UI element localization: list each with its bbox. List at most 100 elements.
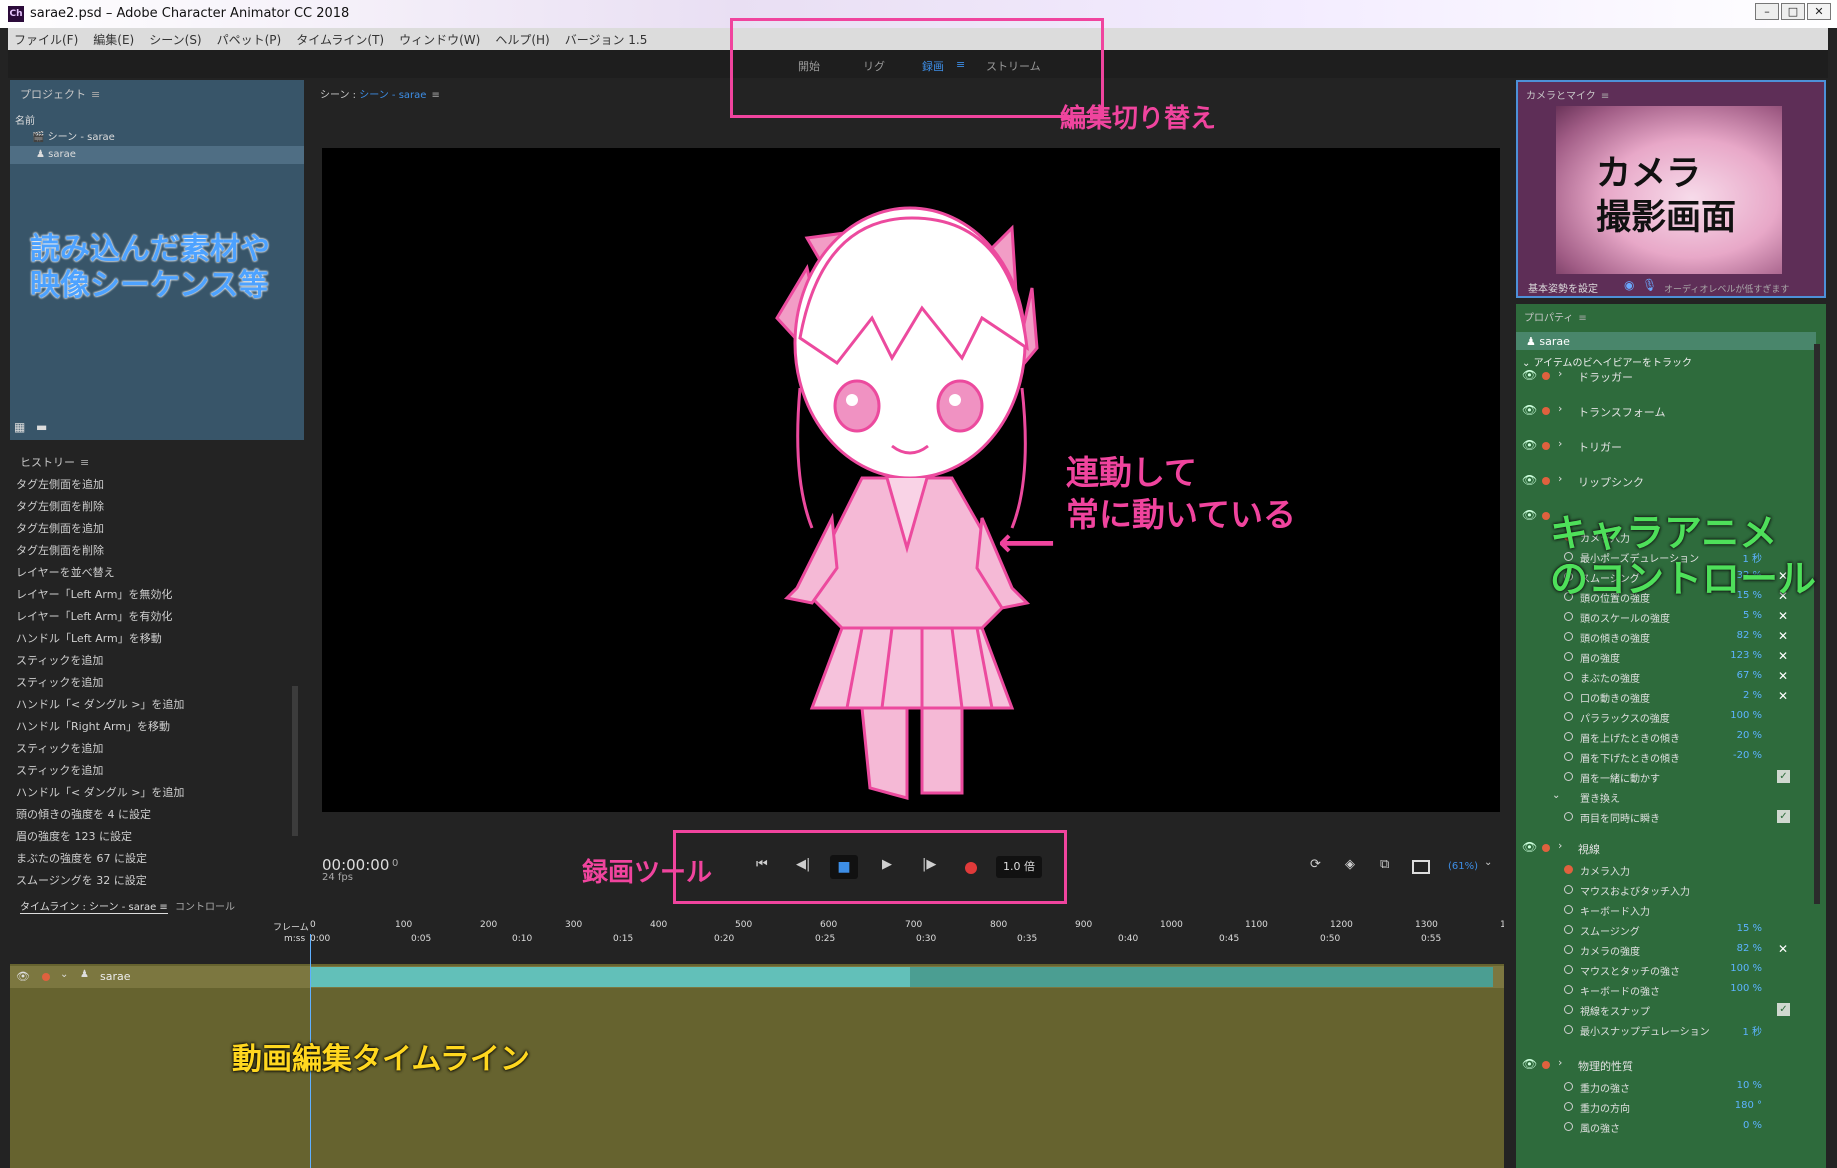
checkbox[interactable]: ✓ [1777, 770, 1790, 783]
behavior-item-2[interactable]: 👁 › トリガー [1516, 436, 1806, 456]
minimize-button[interactable]: – [1755, 3, 1779, 20]
history-item[interactable]: ハンドル「< ダングル >」を追加 [16, 784, 184, 800]
arm-toggle[interactable] [1564, 672, 1573, 681]
close-icon[interactable]: ✕ [1778, 942, 1788, 956]
history-item[interactable]: スムージングを 32 に設定 [16, 872, 147, 886]
zoom-level[interactable]: (61%) [1448, 861, 1478, 872]
project-item-scene[interactable]: 🎬 シーン - sarae [32, 128, 115, 143]
checkbox[interactable]: ✓ [1777, 810, 1790, 823]
physics-param[interactable]: 重力の方向 180 ° [1516, 1098, 1806, 1116]
face-param[interactable]: 眉を下げたときの傾き -20 % [1516, 748, 1806, 766]
physics-param[interactable]: 重力の強さ 10 % [1516, 1078, 1806, 1096]
gaze-param[interactable]: マウスとタッチの強さ 100 % [1516, 961, 1806, 979]
face-param[interactable]: 頭のスケールの強度 5 % ✕ [1516, 608, 1806, 626]
history-item[interactable]: タグ左側面を削除 [16, 498, 104, 514]
arm-dot[interactable] [1542, 477, 1550, 485]
puppet-row[interactable]: ♟ sarae [1516, 332, 1816, 350]
close-icon[interactable]: ✕ [1778, 649, 1788, 663]
eye-icon[interactable]: 👁 [1522, 368, 1537, 382]
close-icon[interactable]: ✕ [1778, 609, 1788, 623]
arm-toggle[interactable] [1564, 732, 1573, 741]
gaze-param[interactable]: マウスおよびタッチ入力 [1516, 881, 1806, 899]
face-param[interactable]: 眉を一緒に動かす ✓ [1516, 768, 1806, 786]
view-mode-icon[interactable] [1412, 860, 1430, 874]
arm-toggle[interactable] [1564, 632, 1573, 641]
eye-icon[interactable]: 👁 [1522, 1057, 1537, 1071]
eye-icon[interactable]: 👁 [1522, 403, 1537, 417]
history-item[interactable]: レイヤー「Left Arm」を有効化 [16, 608, 172, 624]
gaze-param[interactable]: カメラ入力 [1516, 861, 1806, 879]
arm-toggle[interactable] [1564, 965, 1573, 974]
arm-toggle[interactable] [1564, 885, 1573, 894]
menu-timeline[interactable]: タイムライン(T) [296, 31, 384, 48]
face-param[interactable]: まぶたの強度 67 % ✕ [1516, 668, 1806, 686]
close-icon[interactable]: ✕ [1778, 629, 1788, 643]
physics-param[interactable]: 風の強さ 0 % [1516, 1118, 1806, 1136]
stage-canvas[interactable] [322, 148, 1500, 812]
arm-record-dot[interactable] [42, 973, 50, 981]
new-folder-icon[interactable]: ▬ [36, 420, 47, 434]
menu-file[interactable]: ファイル(F) [14, 31, 78, 48]
puppet-track-bar-extended[interactable] [910, 967, 1493, 987]
chevron-icon[interactable]: › [1558, 402, 1562, 415]
chevron-icon[interactable]: › [1558, 437, 1562, 450]
eye-icon[interactable]: 👁 [16, 970, 30, 983]
menu-scene[interactable]: シーン(S) [149, 31, 201, 48]
history-item[interactable]: ハンドル「< ダングル >」を追加 [16, 696, 184, 712]
scene-name[interactable]: シーン - sarae [359, 90, 426, 101]
arm-toggle[interactable] [1564, 612, 1573, 621]
menu-window[interactable]: ウィンドウ(W) [399, 31, 480, 48]
arm-toggle[interactable] [1564, 772, 1573, 781]
gaze-param[interactable]: 視線をスナップ ✓ [1516, 1001, 1806, 1019]
arm-toggle[interactable] [1564, 1005, 1573, 1014]
replace-group[interactable]: ⌄ 置き換え [1516, 788, 1806, 806]
face-param[interactable]: 眉を上げたときの傾き 20 % [1516, 728, 1806, 746]
microphone-icon[interactable]: 🎙 [1642, 278, 1657, 292]
arm-toggle[interactable] [1564, 692, 1573, 701]
face-param[interactable]: 口の動きの強度 2 % ✕ [1516, 688, 1806, 706]
arm-toggle[interactable] [1564, 752, 1573, 761]
history-item[interactable]: 頭の傾きの強度を 4 に設定 [16, 806, 151, 822]
blink-both-eyes[interactable]: 両目を同時に瞬き ✓ [1516, 808, 1806, 826]
chevron-icon[interactable]: › [1558, 839, 1562, 852]
close-button[interactable]: ✕ [1807, 3, 1831, 20]
arm-toggle[interactable] [1564, 945, 1573, 954]
gaze-param[interactable]: キーボードの強さ 100 % [1516, 981, 1806, 999]
history-item[interactable]: ハンドル「Right Arm」を移動 [16, 718, 170, 734]
loop-icon[interactable]: ⟳ [1310, 857, 1321, 872]
checkbox[interactable]: ✓ [1777, 1003, 1790, 1016]
history-item[interactable]: レイヤーを並べ替え [16, 564, 115, 580]
panel-menu-icon[interactable]: ≡ [80, 456, 89, 469]
history-item[interactable]: スティックを追加 [16, 652, 103, 668]
chevron-icon[interactable]: › [1558, 1056, 1562, 1069]
puppet-track-bar[interactable] [310, 967, 910, 987]
arm-toggle[interactable] [1564, 712, 1573, 721]
new-scene-icon[interactable]: ▦ [14, 420, 25, 434]
gaze-param[interactable]: カメラの強度 82 % ✕ [1516, 941, 1806, 959]
face-param[interactable]: 眉の強度 123 % ✕ [1516, 648, 1806, 666]
history-item[interactable]: ハンドル「Left Arm」を移動 [16, 630, 162, 646]
arm-toggle[interactable] [1564, 1082, 1573, 1091]
gaze-param[interactable]: キーボード入力 [1516, 901, 1806, 919]
menu-version[interactable]: バージョン 1.5 [565, 31, 648, 48]
arm-dot[interactable] [1542, 372, 1550, 380]
history-item[interactable]: スティックを追加 [16, 674, 103, 690]
properties-scrollbar[interactable] [1814, 344, 1820, 904]
close-icon[interactable]: ✕ [1778, 669, 1788, 683]
arm-toggle[interactable] [1564, 1025, 1573, 1034]
arm-toggle[interactable] [1564, 925, 1573, 934]
arm-toggle[interactable] [1564, 652, 1573, 661]
history-item[interactable]: レイヤー「Left Arm」を無効化 [16, 586, 172, 602]
maximize-button[interactable]: □ [1781, 3, 1805, 20]
history-scrollbar[interactable] [292, 686, 298, 836]
eye-icon[interactable]: 👁 [1522, 840, 1537, 854]
menu-help[interactable]: ヘルプ(H) [495, 31, 549, 48]
close-icon[interactable]: ✕ [1778, 689, 1788, 703]
face-param[interactable]: 頭の傾きの強度 82 % ✕ [1516, 628, 1806, 646]
history-item[interactable]: スティックを追加 [16, 740, 103, 756]
menu-puppet[interactable]: パペット(P) [217, 31, 282, 48]
arm-dot[interactable] [1542, 442, 1550, 450]
arm-toggle[interactable] [1564, 1102, 1573, 1111]
chevron-icon[interactable]: › [1558, 367, 1562, 380]
behavior-physics[interactable]: 👁 › 物理的性質 [1516, 1055, 1806, 1075]
